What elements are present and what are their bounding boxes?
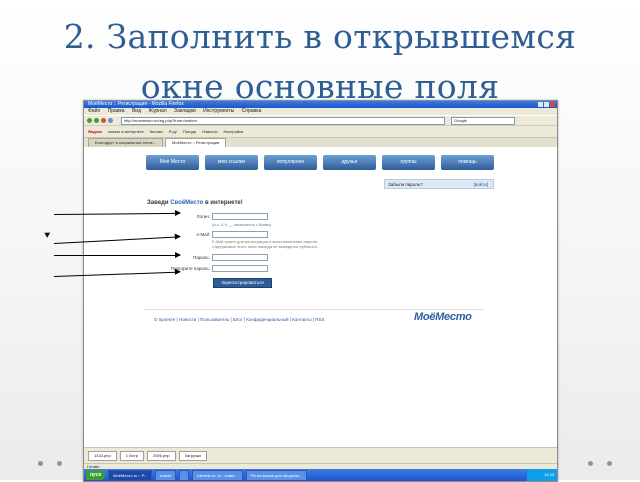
- nav-help[interactable]: помощь: [441, 155, 494, 170]
- toolbar-item-weather[interactable]: Погода: [183, 129, 196, 134]
- password-field[interactable]: [212, 254, 268, 261]
- taskbar: пуск МоёМесто.ru :: Р... rusnet Interest…: [84, 469, 557, 481]
- site-nav: Моё Место мои ссылки популярное друзья г…: [146, 155, 494, 170]
- toolbar-item-settings[interactable]: Настройка: [223, 129, 243, 134]
- menu-edit[interactable]: Правка: [108, 108, 125, 114]
- slide-title-line1: 2. Заполнить в открывшемся: [63, 17, 577, 56]
- taskbar-item[interactable]: Interest-ru. ru - комм...: [192, 469, 243, 481]
- toolbar-item-yaru[interactable]: Я.ру: [169, 129, 177, 134]
- heading-brand: СвоёМесто: [170, 200, 204, 206]
- menu-help[interactable]: Справка: [242, 108, 262, 114]
- moemesto-logo: МоёМесто: [414, 311, 472, 323]
- back-icon[interactable]: [87, 118, 92, 123]
- search-input[interactable]: Google: [451, 116, 515, 125]
- slide-dots-left: [38, 453, 76, 469]
- forgot-password-text: Забыли пароль?: [388, 182, 423, 187]
- tab-blog[interactable]: Блогодру» и социальных сетях...: [88, 138, 163, 147]
- nav-popular[interactable]: популярное: [264, 155, 317, 170]
- nav-my-links[interactable]: мои ссылки: [205, 155, 258, 170]
- forgot-password-box: Забыли пароль? [войти]: [384, 179, 494, 189]
- password-repeat-row: Повторите пароль:: [138, 265, 268, 272]
- footer-links[interactable]: О проекте | Новости | Пользователь | Бло…: [154, 317, 325, 322]
- menu-tools[interactable]: Инструменты: [203, 108, 234, 114]
- tab-strip: Блогодру» и социальных сетях... МоёМесто…: [84, 137, 557, 147]
- browser-screenshot: МоёМесто :: Регистрация - Mozilla Firefo…: [83, 100, 558, 482]
- taskbar-item[interactable]: rusnet: [154, 469, 177, 481]
- footer-divider: [144, 309, 484, 310]
- maximize-icon[interactable]: [544, 102, 549, 107]
- menu-view[interactable]: Вид: [132, 108, 141, 114]
- tab-moemesto[interactable]: МоёМесто :: Регистрация: [165, 138, 227, 147]
- yandex-toolbar: Яндекс искать в интернете Кнопки Я.ру По…: [84, 125, 557, 137]
- navigation-toolbar: http://moemesto.ru/reg.php?from=bottom G…: [84, 115, 557, 125]
- slide-dots-right: [588, 453, 626, 469]
- download-item[interactable]: 1433.php: [88, 450, 117, 461]
- close-icon[interactable]: [550, 102, 555, 107]
- taskbar-item[interactable]: Регистрация для продолж...: [245, 469, 308, 481]
- menu-history[interactable]: Журнал: [148, 108, 166, 114]
- heading-prefix: Заведи: [147, 200, 171, 206]
- taskbar-item[interactable]: МоёМесто.ru :: Р...: [108, 469, 152, 481]
- slide-title: 2. Заполнить в открывшемся окне основные…: [0, 12, 640, 112]
- window-titlebar: МоёМесто :: Регистрация - Mozilla Firefo…: [84, 101, 557, 108]
- forward-icon[interactable]: [94, 118, 99, 123]
- register-button[interactable]: Зарегистрироваться: [213, 278, 272, 288]
- taskbar-item[interactable]: [179, 469, 190, 481]
- email-hint-2: Содержимое этого поля никогда не выводит…: [212, 244, 318, 249]
- toolbar-item-buttons[interactable]: Кнопки: [150, 129, 163, 134]
- minimize-icon[interactable]: [538, 102, 543, 107]
- start-button[interactable]: пуск: [86, 470, 106, 480]
- menu-file[interactable]: Файл: [88, 108, 100, 114]
- forgot-password-link[interactable]: [войти]: [474, 180, 488, 190]
- address-bar[interactable]: http://moemesto.ru/reg.php?from=bottom: [121, 116, 445, 125]
- password-repeat-field[interactable]: [212, 265, 268, 272]
- page-content: Моё Место мои ссылки популярное друзья г…: [84, 147, 557, 447]
- arrow-to-password: [54, 252, 181, 258]
- download-item[interactable]: Загрузки: [178, 450, 207, 461]
- stop-icon[interactable]: [101, 118, 106, 123]
- toolbar-item-news[interactable]: Новости: [202, 129, 217, 134]
- menu-bar: Файл Правка Вид Журнал Закладки Инструме…: [84, 108, 557, 115]
- email-field[interactable]: [212, 231, 268, 238]
- toolbar-item-yandex[interactable]: Яндекс: [88, 129, 102, 134]
- download-item[interactable]: 2006.php: [146, 450, 176, 461]
- heading-suffix: в интернете!: [203, 200, 243, 206]
- nav-my-place[interactable]: Моё Место: [146, 155, 199, 170]
- toolbar-item-search[interactable]: искать в интернете: [108, 129, 143, 134]
- login-hint: (a-z, 0-9, _, начинается с буквы): [212, 222, 272, 227]
- downloads-bar: 1433.php 1 Истр 2006.php Загрузки: [84, 447, 557, 463]
- login-field[interactable]: [212, 213, 268, 220]
- registration-heading: Заведи СвоёМесто в интернете!: [147, 200, 243, 206]
- nav-groups[interactable]: группы: [382, 155, 435, 170]
- home-icon[interactable]: [108, 118, 113, 123]
- clock: 14:33: [527, 469, 557, 481]
- window-title: МоёМесто :: Регистрация - Mozilla Firefo…: [88, 101, 184, 107]
- download-item[interactable]: 1 Истр: [119, 450, 144, 461]
- nav-friends[interactable]: друзья: [323, 155, 376, 170]
- small-arrowhead: [42, 230, 51, 238]
- menu-bookmarks[interactable]: Закладки: [174, 108, 196, 114]
